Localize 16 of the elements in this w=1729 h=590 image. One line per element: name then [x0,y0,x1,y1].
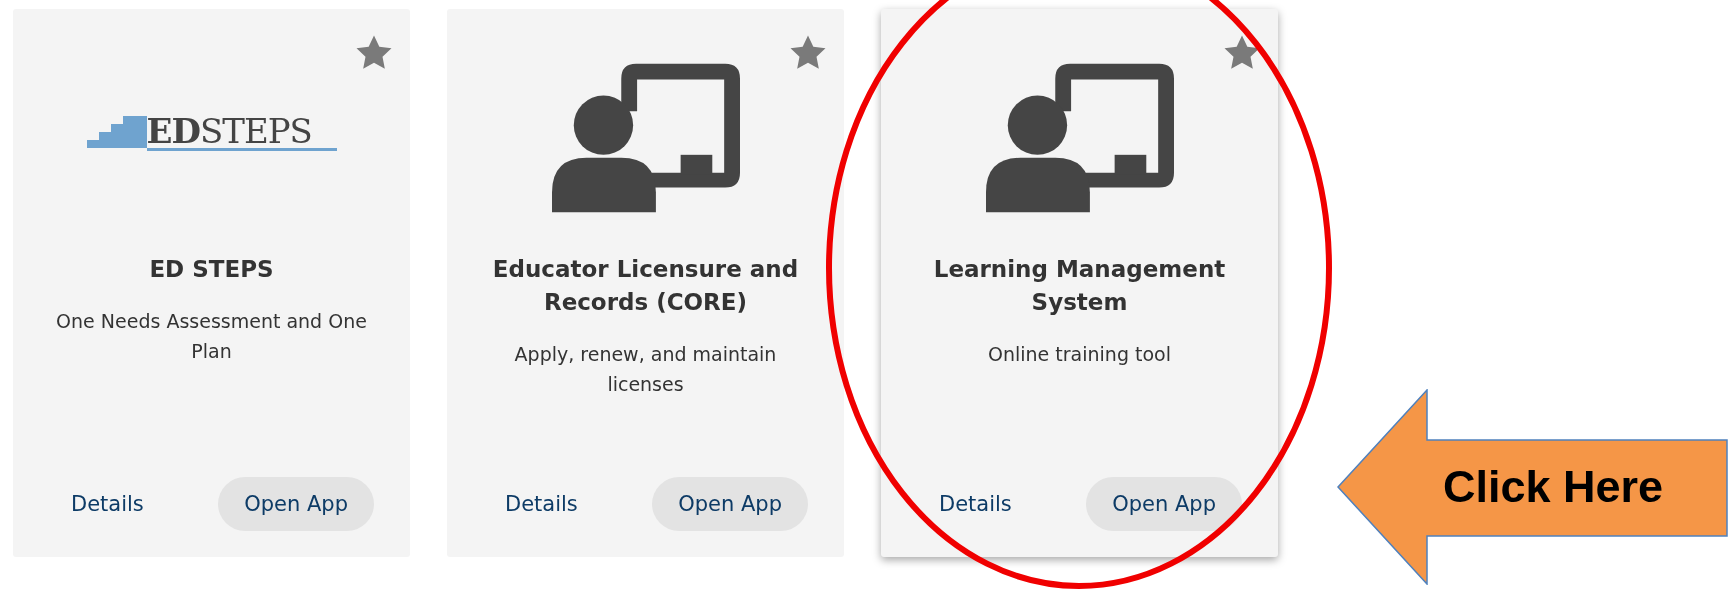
open-app-button[interactable]: Open App [1086,477,1242,531]
app-description: One Needs Assessment and One Plan [55,309,368,364]
app-title: ED STEPS [149,255,274,284]
app-description: Apply, renew, and maintain licenses [513,342,778,397]
logo: EDSTEPS [86,108,337,148]
presenter-icon [551,63,740,213]
callout-text: Click Here [1443,462,1664,512]
presenter-icon [985,63,1174,213]
open-app-button[interactable]: Open App [218,477,374,531]
open-app-button[interactable]: Open App [652,477,808,531]
app-title: Learning Management System [932,255,1227,317]
details-link[interactable]: Details [505,492,578,516]
app-description: Online training tool [988,342,1171,367]
details-link[interactable]: Details [71,492,144,516]
app-title: Educator Licensure and Records (CORE) [491,255,800,317]
details-link[interactable]: Details [939,492,1012,516]
